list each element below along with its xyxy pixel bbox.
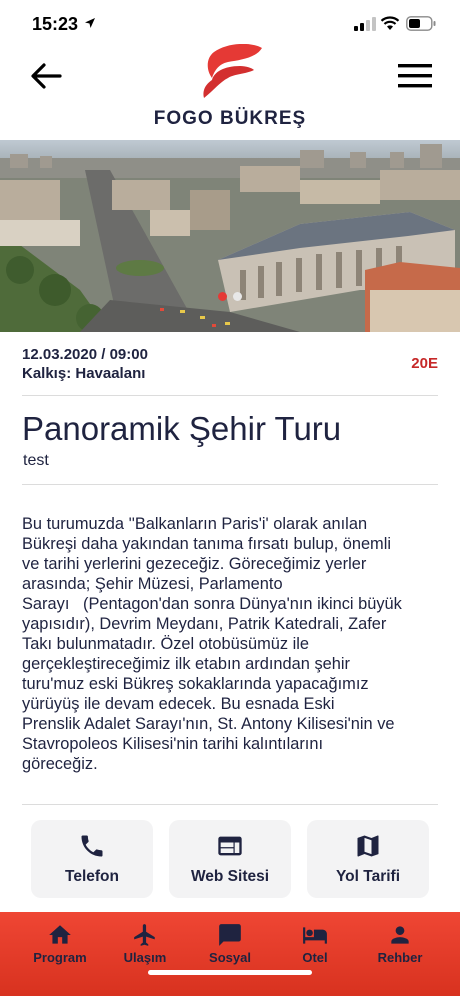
description-line: Prenslik Adalet Sarayı'nın, St. Antony K…: [22, 715, 395, 733]
tour-price: 20E: [411, 355, 438, 372]
divider: [22, 395, 438, 396]
phone-button[interactable]: Telefon: [31, 820, 153, 898]
website-button[interactable]: Web Sitesi: [169, 820, 291, 898]
bottom-navigation: Program Ulaşım Sosyal Otel Rehber: [0, 912, 460, 996]
carousel-dot[interactable]: [233, 292, 242, 301]
description-line: Bükreşi daha yakından tanıma fırsatı bul…: [22, 535, 391, 553]
fogo-flame-logo: [203, 44, 262, 98]
carousel-dots: [218, 292, 242, 301]
wifi-icon: [380, 16, 400, 30]
hotel-bed-icon: [303, 927, 327, 944]
signal-icon: [354, 17, 376, 31]
description-line: ve tarihi yerlerini gezeceğiz. Göreceğim…: [22, 555, 367, 573]
action-buttons: Telefon Web Sitesi Yol Tarifi: [31, 820, 429, 898]
battery-icon: [406, 16, 436, 31]
person-icon: [391, 926, 409, 944]
nav-label: Sosyal: [209, 950, 251, 965]
phone-icon: [81, 835, 103, 857]
tour-departure: Kalkış: Havaalanı: [22, 365, 146, 382]
map-icon: [357, 835, 379, 857]
brand-title: FOGO BÜKREŞ: [153, 108, 307, 129]
nav-label: Program: [33, 950, 87, 965]
hero-image[interactable]: [0, 140, 460, 332]
description-line: yapısıdır), Devrim Meydanı, Patrik Kated…: [22, 615, 387, 633]
tour-date: 12.03.2020 / 09:00: [22, 346, 148, 363]
description-line: turu'muz eski Bükreş sokaklarında yapaca…: [22, 675, 369, 693]
status-time: 15:23: [32, 14, 79, 34]
description-line: arasında; Şehir Müzesi, Parlamento: [22, 575, 283, 593]
city-aerial-photo: [0, 140, 460, 332]
web-browser-icon: [218, 836, 242, 856]
home-icon: [49, 925, 71, 944]
nav-item-social[interactable]: Sosyal: [184, 912, 276, 974]
home-indicator[interactable]: [148, 970, 312, 975]
description-line: Sarayı (Pentagon'dan sonra Dünya'nın iki…: [22, 595, 402, 613]
description-line: gerçekleştireceğimiz ilk etabın ardından…: [22, 655, 350, 673]
tour-meta: 12.03.2020 / 09:00 Kalkış: Havaalanı 20E: [22, 346, 438, 382]
description-line: yürüyüş ile devam edecek. Bu esnada Eski: [22, 695, 335, 713]
tour-title: Panoramik Şehir Turu: [22, 410, 342, 447]
chat-icon: [219, 924, 241, 946]
nav-item-program[interactable]: Program: [14, 912, 106, 974]
nav-item-guide[interactable]: Rehber: [354, 912, 446, 974]
divider: [22, 804, 438, 805]
nav-label: Rehber: [377, 950, 423, 965]
phone-button-label: Telefon: [65, 868, 119, 885]
back-arrow-icon[interactable]: [28, 58, 64, 94]
carousel-dot-active[interactable]: [218, 292, 227, 301]
description-line: Bu turumuzda ''Balkanların Paris'i' olar…: [22, 515, 368, 533]
tour-description: Bu turumuzda ''Balkanların Paris'i' olar…: [22, 514, 440, 774]
airplane-icon: [134, 924, 155, 946]
divider: [22, 484, 438, 485]
app-header: FOGO BÜKREŞ: [0, 42, 460, 138]
directions-button[interactable]: Yol Tarifi: [307, 820, 429, 898]
description-line: Stavropoleos Kilisesi'nin tarihi kalıntı…: [22, 735, 324, 753]
tour-subtitle: test: [23, 452, 49, 469]
website-button-label: Web Sitesi: [190, 868, 270, 885]
description-line: Takı bulunmatadır. Özel otobüsümüz ile: [22, 635, 309, 653]
nav-item-transport[interactable]: Ulaşım: [99, 912, 191, 974]
nav-item-hotel[interactable]: Otel: [269, 912, 361, 974]
location-arrow-icon: [85, 18, 95, 28]
nav-label: Otel: [302, 950, 328, 965]
hamburger-menu-icon[interactable]: [396, 60, 434, 92]
description-line: göreceğiz.: [22, 755, 98, 773]
nav-label: Ulaşım: [123, 950, 167, 965]
directions-button-label: Yol Tarifi: [335, 868, 400, 885]
